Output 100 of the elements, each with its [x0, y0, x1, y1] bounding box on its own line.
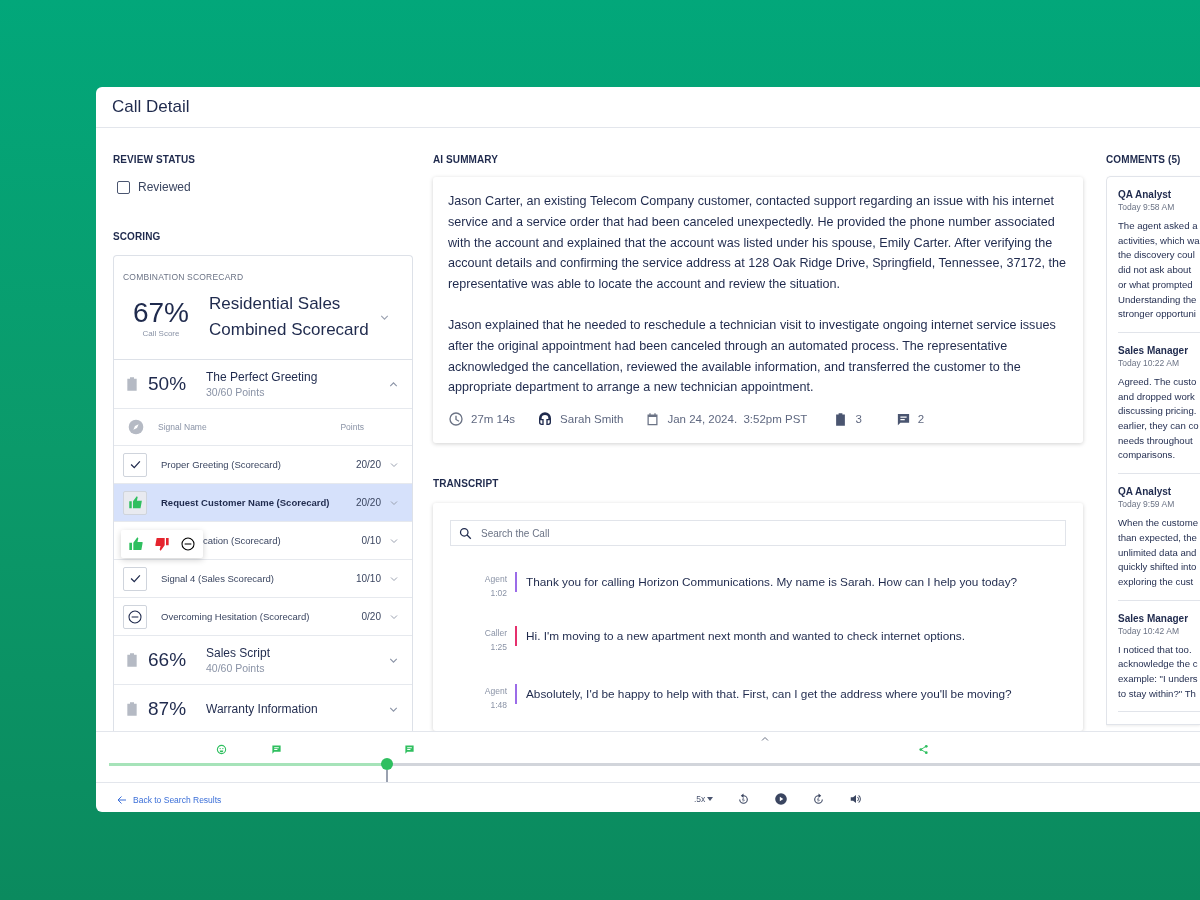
signal-points: 0/10 [361, 535, 381, 546]
section-percent: 50% [148, 373, 188, 395]
rewind-button[interactable] [737, 792, 751, 806]
section-name: Warranty Information [206, 702, 319, 716]
signal-points: 20/20 [355, 497, 381, 508]
transcript-text: Hi. I'm moving to a new apartment next month and wanted to check internet options. [526, 628, 965, 646]
window-title: Call Detail [112, 97, 190, 117]
signal-name: Overcoming Hesitation (Scorecard) [161, 611, 311, 622]
search-field[interactable]: Search the Call [450, 520, 1066, 547]
play-icon [774, 792, 789, 806]
minus-circle-icon [127, 608, 143, 625]
signal-name: Signal 4 (Sales Scorecard) [161, 573, 275, 584]
column-header: Signal Name [158, 422, 208, 432]
speed-dropdown[interactable]: .5x [694, 794, 714, 804]
signal-row[interactable]: Request Customer Name (Scorecard) 20/20 [114, 484, 412, 522]
section-points: 40/60 Points [206, 662, 266, 674]
summary-paragraph: Jason Carter, an existing Telecom Company customer, contacted support regarding an issue with his internet service and a service order that had been canceled unexpectedly. He provided the phone number associated with the account and explained that the account was listed under his spouse, Emily Carter. After verifying the account details and confirming the service address at 128 Oak Ridge Drive, Springfield, Tennessee, 37172, the representative was able to locate the account and review the situation. [448, 193, 1067, 294]
call-score: 67% [132, 296, 189, 329]
signal-points: 0/20 [361, 611, 381, 622]
score-label: Call Score [142, 328, 180, 338]
comment-icon [271, 744, 282, 755]
scorecard-section[interactable]: 50% The Perfect Greeting 30/60 Points [114, 360, 412, 409]
scorecard-section[interactable]: 87% Warranty Information [114, 685, 412, 731]
neutral-button[interactable] [180, 535, 196, 552]
search-icon [458, 525, 473, 541]
comment-time: Today 10:42 AM [1118, 625, 1180, 636]
thumbs-down-button[interactable] [154, 535, 170, 552]
summary-paragraph: Jason explained that he needed to reschedule a technician visit to investigate ongoing internet service issues after the original appointment had been canceled through an automated process. The representative acknowledged the cancellation, reviewed the available information, and transferred the customer to the appropriate department to arrange a new technician appointment. [448, 317, 1057, 397]
signal-points: 20/20 [355, 459, 381, 470]
meta-text: 2 [917, 413, 925, 426]
comment-text: Agreed. The custo and dropped work discussing pricing. earlier, they can co needs throughout comparisons. [1118, 374, 1200, 463]
transcript-text: Absolutely, I'd be happy to help with that. First, can I get the address where you'll be moving? [526, 686, 1012, 704]
section-points: 30/60 Points [206, 386, 266, 398]
signal-row[interactable]: Overcoming Hesitation (Scorecard) 0/20 [114, 598, 412, 636]
scorecard-name: Residential Sales Combined Scorecard [209, 293, 370, 341]
section-percent: 66% [148, 649, 188, 671]
caret-icon [707, 797, 714, 801]
thumbs-down-icon [154, 535, 170, 552]
comment-author: Sales Manager [1118, 612, 1190, 624]
meta-text: 3 [855, 413, 862, 426]
back-link[interactable]: Back to Search Results [116, 794, 222, 806]
signal-name: Request Customer Name (Scorecard) [161, 497, 331, 508]
thumbs-up-button[interactable] [128, 535, 144, 552]
minus-circle-icon [180, 535, 196, 552]
clock-icon [448, 411, 464, 428]
headset-icon [537, 411, 554, 428]
thumbs-up-icon [127, 495, 143, 510]
column-header: Points [340, 422, 364, 432]
checkbox-label[interactable]: Reviewed [138, 180, 191, 194]
comment-author: Sales Manager [1118, 344, 1190, 356]
volume-button[interactable] [849, 792, 864, 806]
comment-author: QA Analyst [1118, 486, 1173, 498]
forward-icon [812, 792, 826, 806]
speaker-label: Agent [484, 573, 507, 587]
comment-time: Today 9:58 AM [1118, 202, 1176, 212]
playhead-handle[interactable] [381, 758, 394, 782]
volume-icon [849, 792, 864, 806]
signal-row[interactable]: Signal 4 (Sales Scorecard) 10/10 [114, 560, 412, 598]
face-icon [216, 744, 227, 755]
speaker-label: Agent [484, 685, 507, 699]
comment-icon [404, 744, 415, 755]
section-name: Sales Script [206, 646, 272, 660]
play-button[interactable] [774, 792, 789, 806]
status-box[interactable] [123, 566, 147, 591]
calendar-icon [645, 411, 661, 427]
signal-name: Proper Greeting (Scorecard) [161, 459, 282, 470]
comment-time: Today 10:22 AM [1118, 357, 1180, 368]
card-label: COMBINATION SCORECARD [123, 272, 244, 282]
section-label: TRANSCRIPT [433, 478, 500, 490]
comment-icon [895, 411, 911, 427]
section-percent: 87% [148, 698, 188, 720]
signal-row[interactable]: cation (Scorecard) 0/10 [114, 522, 412, 560]
comment-text: I noticed that too. acknowledge the c example: "I unders to stay within?" Th [1118, 642, 1199, 701]
status-box[interactable] [123, 452, 147, 477]
signal-name: cation (Scorecard) [203, 535, 282, 546]
section-label: AI SUMMARY [433, 154, 500, 165]
comment-text: The agent asked a activities, which wa the discovery coul did not ask about or what prompted Understanding the stronger opportuni [1118, 219, 1200, 322]
timestamp: 1:02 [490, 587, 507, 601]
timestamp: 1:48 [490, 699, 507, 713]
reviewed-checkbox[interactable] [117, 180, 130, 194]
signal-points: 10/10 [355, 573, 381, 584]
section-label: COMMENTS (5) [1106, 154, 1182, 165]
speaker-label: Caller [484, 627, 507, 641]
comment-text: When the custome than expected, the unlimited data and quickly shifted into exploring the cust [1118, 516, 1199, 589]
section-label: REVIEW STATUS [113, 154, 197, 165]
section-name: The Perfect Greeting [206, 370, 319, 384]
share-icon [918, 744, 929, 755]
status-box[interactable] [123, 604, 147, 629]
meta-text: Sarah Smith [560, 413, 624, 426]
comment-author: QA Analyst [1118, 189, 1173, 200]
comment-time: Today 9:59 AM [1118, 499, 1176, 510]
transcript-text: Thank you for calling Horizon Communications. My name is Sarah. How can I help you today? [526, 574, 1018, 592]
thumbs-up-icon [128, 535, 144, 552]
scorecard-section[interactable]: 66% Sales Script 40/60 Points [114, 636, 412, 685]
forward-button[interactable] [812, 792, 826, 806]
arrow-left-icon [116, 794, 128, 806]
timestamp: 1:25 [490, 641, 507, 655]
compass-icon [128, 419, 144, 435]
meta-text: 27m 14s [471, 413, 516, 426]
replay-icon [737, 792, 751, 806]
